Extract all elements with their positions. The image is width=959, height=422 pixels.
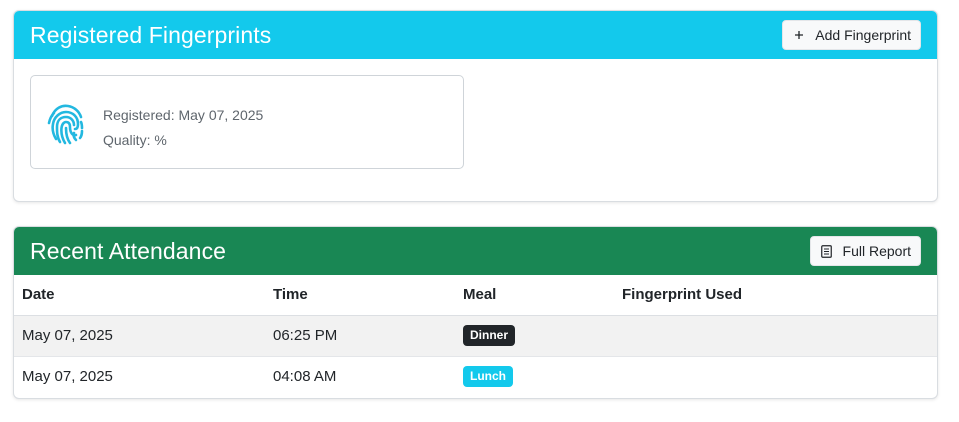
add-fingerprint-button[interactable]: Add Fingerprint [782, 20, 921, 50]
row-fingerprint-used [614, 356, 937, 397]
fingerprints-card-body: Registered: May 07, 2025 Quality: % [14, 59, 937, 201]
row-date: May 07, 2025 [14, 315, 265, 357]
attendance-card-header: Recent Attendance Full Report [14, 227, 937, 275]
fingerprint-registered-date: Registered: May 07, 2025 [103, 107, 264, 123]
meal-badge: Lunch [463, 366, 513, 388]
attendance-table: Date Time Meal Fingerprint Used May 07, … [14, 275, 937, 397]
fingerprints-card-header: Registered Fingerprints Add Fingerprint [14, 11, 937, 59]
table-row: May 07, 2025 04:08 AM Lunch [14, 356, 937, 397]
column-header-meal: Meal [455, 275, 614, 316]
plus-icon [792, 30, 806, 40]
column-header-date: Date [14, 275, 265, 316]
document-icon [820, 244, 834, 258]
registered-fingerprints-card: Registered Fingerprints Add Fingerprint [13, 10, 938, 202]
fingerprint-tile[interactable]: Registered: May 07, 2025 Quality: % [30, 75, 464, 169]
column-header-fingerprint-used: Fingerprint Used [614, 275, 937, 316]
fingerprint-quality: Quality: % [103, 132, 167, 148]
row-time: 06:25 PM [265, 315, 455, 357]
fingerprint-details: Registered: May 07, 2025 Quality: % [103, 103, 263, 153]
table-row: May 07, 2025 06:25 PM Dinner [14, 315, 937, 357]
row-date: May 07, 2025 [22, 368, 113, 386]
row-fingerprint-used [614, 315, 937, 357]
full-report-label: Full Report [842, 243, 911, 259]
row-time: 04:08 AM [273, 368, 337, 386]
attendance-table-header-row: Date Time Meal Fingerprint Used [14, 275, 937, 316]
recent-attendance-card: Recent Attendance Full Report Date Time … [13, 226, 938, 399]
fingerprints-title: Registered Fingerprints [30, 21, 272, 48]
column-header-time: Time [265, 275, 455, 316]
full-report-button[interactable]: Full Report [809, 236, 921, 266]
attendance-title: Recent Attendance [30, 237, 227, 264]
meal-badge: Dinner [463, 325, 516, 346]
row-meal: Dinner [455, 315, 614, 357]
add-fingerprint-label: Add Fingerprint [815, 27, 911, 43]
row-meal: Lunch [455, 356, 614, 397]
fingerprint-icon [46, 103, 86, 145]
